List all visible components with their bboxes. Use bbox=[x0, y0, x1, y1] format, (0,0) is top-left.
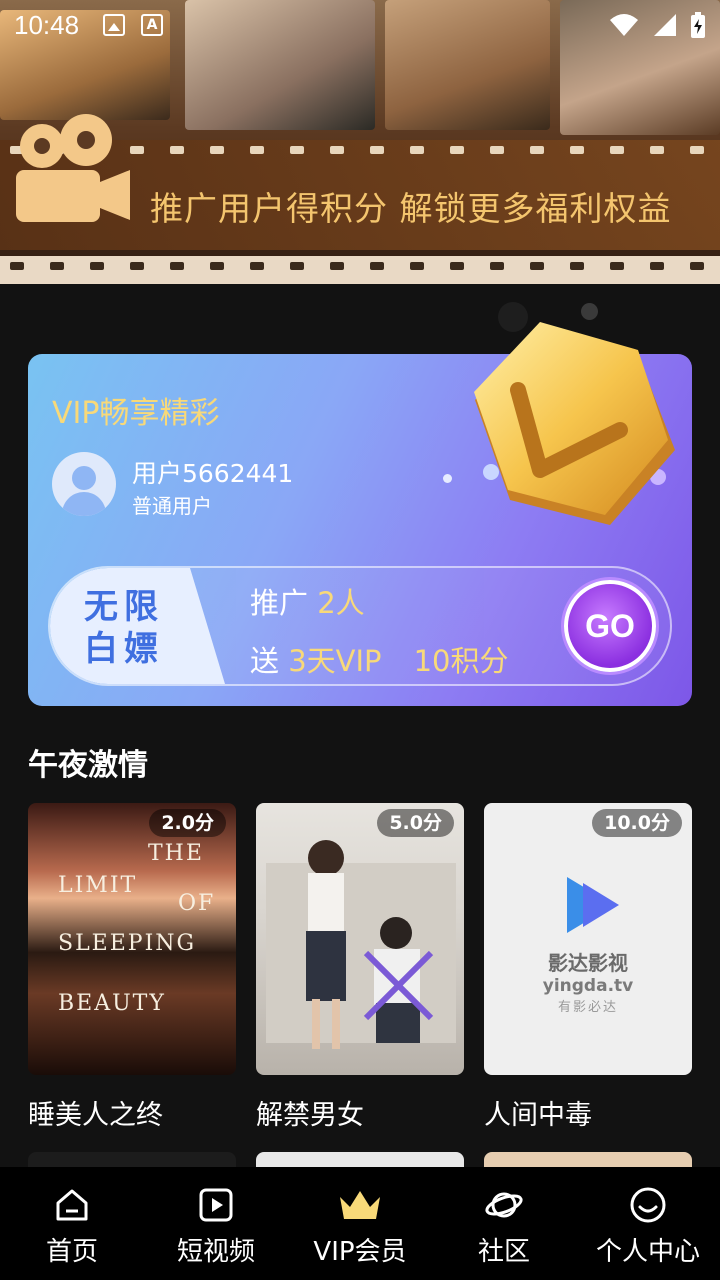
movie-title[interactable]: 睡美人之终 bbox=[28, 1093, 236, 1132]
wifi-icon bbox=[610, 14, 638, 36]
movie-card[interactable]: 影达影视 yingda.tv 有影必达 10.0分 人间中毒 bbox=[484, 803, 692, 1132]
banner-text: 推广用户得积分 解锁更多福利权益 bbox=[150, 189, 672, 228]
movie-card[interactable]: 5.0分 解禁男女 bbox=[256, 803, 464, 1132]
avatar[interactable] bbox=[52, 452, 116, 516]
nav-short-video[interactable]: 短视频 bbox=[144, 1167, 288, 1280]
poster-illustration bbox=[266, 840, 456, 1049]
score-badge: 5.0分 bbox=[377, 809, 454, 837]
movie-title[interactable]: 人间中毒 bbox=[484, 1093, 692, 1132]
decor-dot bbox=[443, 474, 452, 483]
user-level: 普通用户 bbox=[132, 494, 212, 518]
user-name: 用户5662441 bbox=[132, 459, 294, 488]
play-icon bbox=[199, 1188, 233, 1222]
section-title: 午夜激情 bbox=[28, 748, 148, 783]
score-badge: 2.0分 bbox=[149, 809, 226, 837]
promo-invite-text: 推广 2人 bbox=[250, 586, 365, 620]
yingda-domain: yingda.tv bbox=[542, 976, 634, 996]
status-time: 10:48 bbox=[14, 9, 80, 40]
movie-poster-placeholder[interactable]: 影达影视 yingda.tv 有影必达 10.0分 bbox=[484, 803, 692, 1075]
nav-label: 首页 bbox=[45, 1237, 98, 1267]
nav-label: VIP会员 bbox=[313, 1237, 407, 1267]
home-icon bbox=[56, 1189, 88, 1221]
vip-card: VIP畅享精彩 用户5662441 普通用户 无限 白嫖 推广 2人 送 3天VI… bbox=[28, 322, 692, 706]
nav-vip[interactable]: VIP会员 bbox=[288, 1167, 432, 1280]
movie-title[interactable]: 解禁男女 bbox=[256, 1093, 464, 1132]
signal-icon bbox=[654, 14, 676, 36]
movie-card[interactable]: THE LIMIT OF SLEEPING BEAUTY 2.0分 睡美人之终 bbox=[28, 803, 236, 1132]
decor-dot bbox=[581, 303, 598, 320]
image-notification-icon bbox=[103, 14, 126, 36]
go-button[interactable]: GO bbox=[564, 580, 656, 672]
text-notification-icon: A bbox=[141, 14, 164, 36]
bottom-nav: 首页 短视频 VIP会员 社区 个人中心 bbox=[0, 1167, 720, 1280]
promo-banner-pill[interactable]: 无限 白嫖 推广 2人 送 3天VIP 10积分 GO bbox=[48, 566, 672, 686]
yingda-logo-icon bbox=[567, 877, 619, 933]
nav-label: 短视频 bbox=[176, 1237, 255, 1267]
yingda-brand: 影达影视 bbox=[548, 951, 628, 975]
film-camera-icon bbox=[16, 114, 130, 222]
nav-community[interactable]: 社区 bbox=[432, 1167, 576, 1280]
movie-poster[interactable]: 5.0分 bbox=[256, 803, 464, 1075]
promo-reward-text: 送 3天VIP 10积分 bbox=[250, 644, 509, 678]
movie-poster[interactable]: THE LIMIT OF SLEEPING BEAUTY 2.0分 bbox=[28, 803, 236, 1075]
nav-profile[interactable]: 个人中心 bbox=[576, 1167, 720, 1280]
nav-home[interactable]: 首页 bbox=[0, 1167, 144, 1280]
nav-label: 个人中心 bbox=[595, 1237, 700, 1267]
status-bar: 10:48 A bbox=[0, 0, 720, 50]
battery-icon bbox=[691, 12, 705, 38]
crown-icon bbox=[340, 1191, 380, 1219]
vip-title: VIP畅享精彩 bbox=[52, 396, 220, 431]
nav-label: 社区 bbox=[477, 1237, 530, 1267]
smile-icon bbox=[630, 1187, 666, 1223]
film-sprockets bbox=[0, 262, 720, 274]
planet-icon bbox=[485, 1192, 523, 1218]
yingda-slogan: 有影必达 bbox=[557, 1000, 618, 1015]
vip-badge-icon bbox=[474, 322, 675, 525]
score-badge: 10.0分 bbox=[592, 809, 682, 837]
promo-tag-text: 无限 白嫖 bbox=[84, 587, 164, 669]
